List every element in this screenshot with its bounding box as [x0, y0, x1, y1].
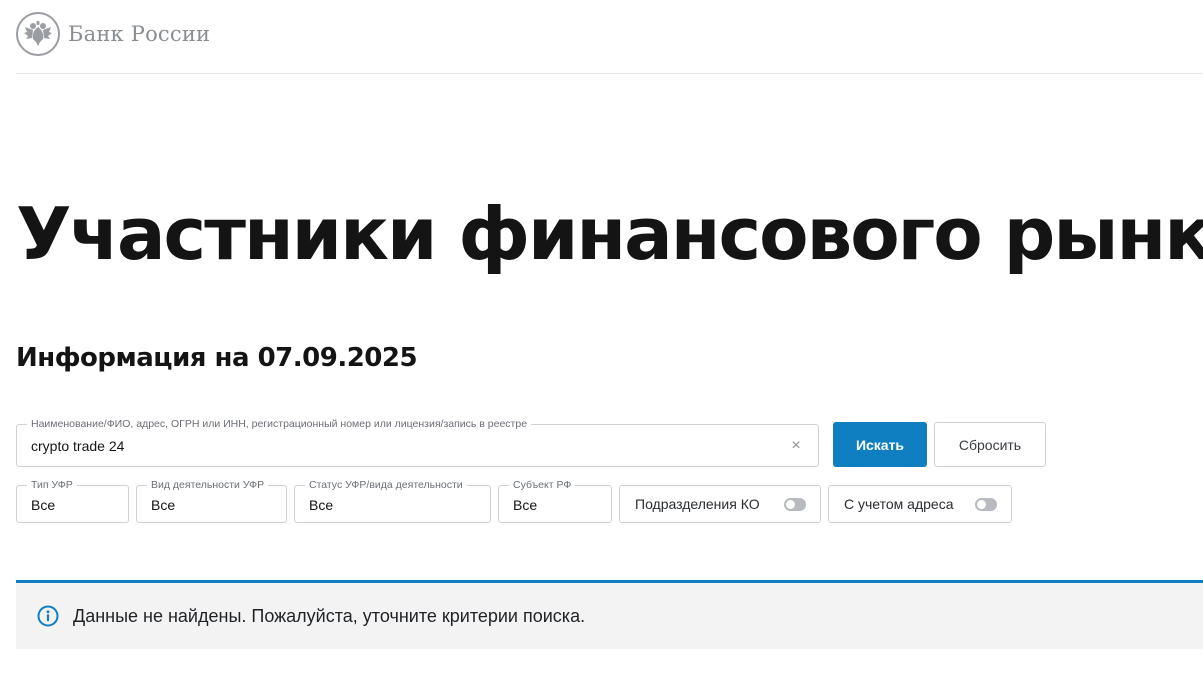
info-icon [36, 604, 60, 628]
filter-type-select[interactable]: Тип УФР Все [16, 478, 129, 523]
toggle-ko-branches[interactable]: Подразделения КО [619, 485, 821, 523]
filter-subject-select[interactable]: Субъект РФ Все [498, 478, 612, 523]
toggle-switch-with-address[interactable] [975, 498, 997, 511]
search-button[interactable]: Искать [833, 422, 927, 467]
filter-status-select[interactable]: Статус УФР/вида деятельности Все [294, 478, 491, 523]
page-title: Участники финансового рынка [16, 192, 1203, 276]
search-input-value[interactable]: crypto trade 24 [31, 438, 124, 454]
toggle-switch-ko-branches[interactable] [784, 498, 806, 511]
double-headed-eagle-icon[interactable] [16, 12, 60, 56]
notice-text: Данные не найдены. Пожалуйста, уточните … [73, 605, 586, 626]
toggle-with-address-label: С учетом адреса [844, 496, 954, 512]
close-icon[interactable]: × [788, 437, 804, 455]
filter-activity-legend: Вид деятельности УФР [147, 478, 269, 492]
filter-subject-value[interactable]: Все [513, 497, 537, 513]
filter-activity-select[interactable]: Вид деятельности УФР Все [136, 478, 287, 523]
search-input-legend: Наименование/ФИО, адрес, ОГРН или ИНН, р… [27, 417, 532, 431]
reset-button[interactable]: Сбросить [934, 422, 1046, 467]
filter-status-legend: Статус УФР/вида деятельности [305, 478, 467, 492]
eagle-emblem-graphic [24, 21, 52, 46]
filter-type-legend: Тип УФР [27, 478, 77, 492]
info-icon-graphic [37, 605, 59, 627]
header-divider [16, 73, 1203, 74]
site-header: Банк России [16, 10, 210, 58]
toggle-ko-branches-label: Подразделения КО [635, 496, 760, 512]
filter-status-value[interactable]: Все [309, 497, 333, 513]
filter-activity-value[interactable]: Все [151, 497, 175, 513]
search-input[interactable]: Наименование/ФИО, адрес, ОГРН или ИНН, р… [16, 417, 819, 467]
logo-text[interactable]: Банк России [68, 22, 210, 46]
no-results-notice: Данные не найдены. Пожалуйста, уточните … [16, 580, 1203, 649]
info-date-heading: Информация на 07.09.2025 [16, 343, 418, 373]
toggle-with-address[interactable]: С учетом адреса [828, 485, 1012, 523]
filter-subject-legend: Субъект РФ [509, 478, 576, 492]
filter-type-value[interactable]: Все [31, 497, 55, 513]
